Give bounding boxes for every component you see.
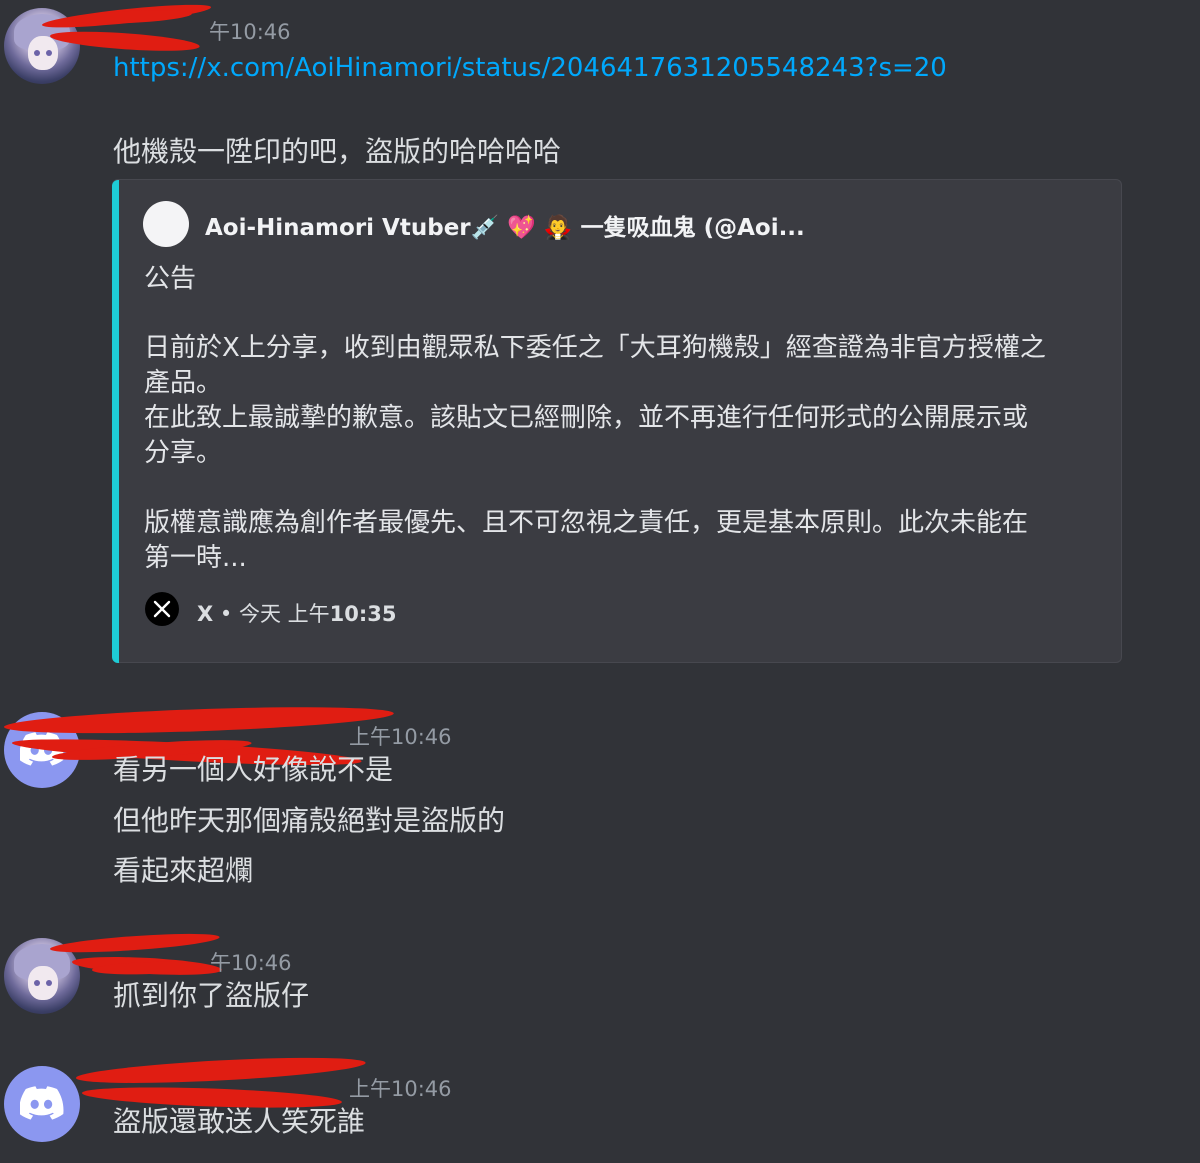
- avatar-face: [28, 36, 58, 70]
- embed-author-avatar[interactable]: [143, 201, 189, 247]
- message-timestamp: 上午10:46: [349, 1077, 452, 1101]
- message-timestamp: 午10:46: [210, 951, 292, 975]
- user-avatar[interactable]: [4, 1066, 80, 1142]
- avatar-eye: [46, 50, 52, 56]
- message-text: 他機殼一陞印的吧，盜版的哈哈哈哈: [113, 135, 562, 168]
- embed-description-line: 分享。: [144, 438, 223, 468]
- message-4: 上午10:46 盜版還敢送人笑死誰: [0, 1052, 1200, 1163]
- embed-footer-date: 今天 上午: [238, 602, 330, 626]
- message-text-line: 但他昨天那個痛殼絕對是盜版的: [113, 804, 506, 837]
- redaction-scribble: [71, 7, 193, 26]
- redaction-scribble: [49, 930, 221, 956]
- x-logo-icon: [145, 592, 179, 626]
- link-embed: Aoi-Hinamori Vtuber💉 💖 🧛 一隻吸血鬼 (@Aoi... …: [112, 179, 1122, 663]
- discord-logo-icon: [20, 1086, 64, 1120]
- message-timestamp: 午10:46: [209, 20, 291, 44]
- embed-description-line: 版權意識應為創作者最優先、且不可忽視之責任，更是基本原則。此次未能在: [144, 508, 1029, 538]
- avatar-face: [28, 966, 58, 1000]
- embed-description-line: 在此致上最誠摯的歉意。該貼文已經刪除，並不再進行任何形式的公開展示或: [144, 403, 1029, 433]
- avatar-eye: [34, 980, 40, 986]
- tweet-link[interactable]: https://x.com/AoiHinamori/status/2046417…: [113, 50, 947, 86]
- message-text: 盜版還敢送人笑死誰: [113, 1105, 366, 1138]
- message-timestamp: 上午10:46: [349, 725, 452, 749]
- message-text-line: 看起來超爛: [113, 854, 254, 887]
- embed-footer-source: X: [197, 602, 214, 626]
- message-2: 上午10:46 看另一個人好像說不是 但他昨天那個痛殼絕對是盜版的 看起來超爛: [0, 700, 1200, 900]
- embed-description-line: 第一時...: [144, 543, 247, 573]
- embed-footer-separator: •: [213, 602, 239, 626]
- embed-description-line: 日前於X上分享，收到由觀眾私下委任之「大耳狗機殼」經查證為非官方授權之: [144, 333, 1046, 363]
- message-3: 午10:46 抓到你了盜版仔: [0, 930, 1200, 1030]
- embed-accent-bar: [112, 180, 119, 663]
- redaction-scribble: [75, 1052, 367, 1088]
- embed-footer: X • 今天 上午10:35: [197, 598, 397, 628]
- embed-footer-time: 10:35: [329, 602, 397, 626]
- redaction-scribble: [3, 702, 395, 738]
- avatar-eye: [46, 980, 52, 986]
- message-1: 午10:46 https://x.com/AoiHinamori/status/…: [0, 0, 1200, 670]
- embed-description-line: 產品。: [144, 368, 223, 398]
- embed-author-name[interactable]: Aoi-Hinamori Vtuber💉 💖 🧛 一隻吸血鬼 (@Aoi...: [205, 208, 805, 242]
- avatar-eye: [34, 50, 40, 56]
- embed-description-line: 公告: [144, 264, 197, 294]
- message-text-line: 看另一個人好像說不是: [113, 753, 394, 786]
- message-text: 抓到你了盜版仔: [113, 979, 310, 1012]
